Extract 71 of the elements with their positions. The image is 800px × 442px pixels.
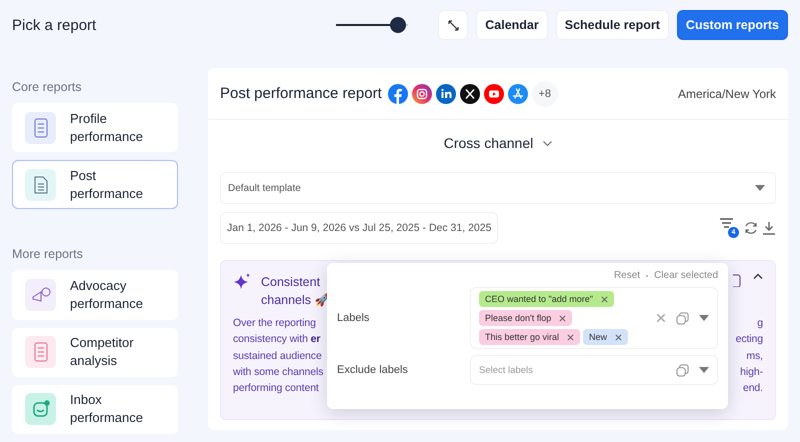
chevron-up-icon[interactable] [753,273,763,279]
label-select-field[interactable]: CEO wanted to "add more" Please don't flop This better go viral New [470,287,718,349]
remove-icon[interactable] [567,334,574,340]
linkedin-icon [436,84,456,104]
insight-text: ms, [746,348,763,364]
insight-text: end. [742,381,763,396]
report-name: Profile performance [70,110,144,146]
report-card[interactable]: Competitor analysis [12,328,178,377]
insight-text: g [757,316,763,331]
insight-text: ecting [736,332,763,348]
dropdown-caret-icon [699,367,709,373]
report-card[interactable]: Inbox performance [12,384,178,434]
filter-icon [720,218,733,229]
refresh-icon[interactable] [744,221,758,235]
header-button[interactable]: Calendar [476,10,548,40]
insight-text: with some channels [233,364,324,380]
remove-icon[interactable] [559,314,566,322]
field-placeholder: Select labels [479,364,534,376]
timezone: America/New York [678,86,776,100]
label-tag: CEO wanted to "add more" [479,291,614,307]
section-title: Core reports [12,80,82,94]
report-name: Post performance [70,166,144,203]
page-title: Pick a report [12,16,98,34]
download-icon[interactable] [762,221,776,235]
document-icon [34,176,48,194]
report-card[interactable]: Post performance [12,160,178,210]
remove-icon[interactable] [600,296,608,302]
facebook-icon [388,84,408,104]
report-name: Inbox performance [70,391,144,428]
insight-text: high- [740,364,763,380]
popover-link[interactable]: Clear selected [654,270,718,281]
phone-icon [34,118,48,138]
template-dropdown[interactable]: Default template [220,172,776,204]
remove-icon[interactable] [615,334,622,340]
more-networks-count: +8 [532,80,558,106]
report-name: Competitor analysis [70,334,135,370]
popover-link[interactable]: Reset [614,270,640,281]
instagram-icon [412,84,432,104]
insight-text: consistency with er [233,332,320,348]
label-tag: This better go viral [479,329,580,345]
megaphone-icon [30,287,50,303]
template-value: Default template [228,182,301,194]
slider-thumb[interactable] [390,17,406,33]
insight-title: Consistent [261,275,320,289]
inbox-icon [30,399,50,420]
app-store-icon [508,84,528,104]
report-card[interactable]: Profile performance [12,103,178,152]
field-label: Exclude labels [337,364,409,376]
date-range-button[interactable]: Jan 1, 2026 - Jun 9, 2026 vs Jul 25, 2025 - Dec 31, 2025 [220,212,498,244]
insight-text: sustained audience [233,348,322,364]
phone-icon [34,342,48,362]
dropdown-caret-icon [699,315,709,321]
section-title: More reports [12,247,84,262]
youtube-icon [484,84,504,104]
insight-text: performing content [233,381,319,396]
x-icon [460,84,480,104]
insight-text: Over the reporting [233,316,316,331]
diagonal-arrows-icon [448,20,459,30]
report-name: Advocacy performance [70,277,144,313]
sparkle-icon [233,273,251,291]
custom-reports-button[interactable]: Custom reports [676,10,788,40]
report-title: Post performance report [220,85,382,102]
label-tag: Please don't flop [479,310,572,326]
field-label: Labels [337,312,370,324]
expand-button[interactable] [438,10,468,40]
report-card[interactable]: Advocacy performance [12,270,178,320]
view-dropdown[interactable]: Cross channel [438,134,558,152]
header-button[interactable]: Schedule report [556,10,669,40]
dropdown-caret-icon [755,185,765,191]
label-tag: New [583,329,628,345]
chevron-down-icon [543,140,552,146]
